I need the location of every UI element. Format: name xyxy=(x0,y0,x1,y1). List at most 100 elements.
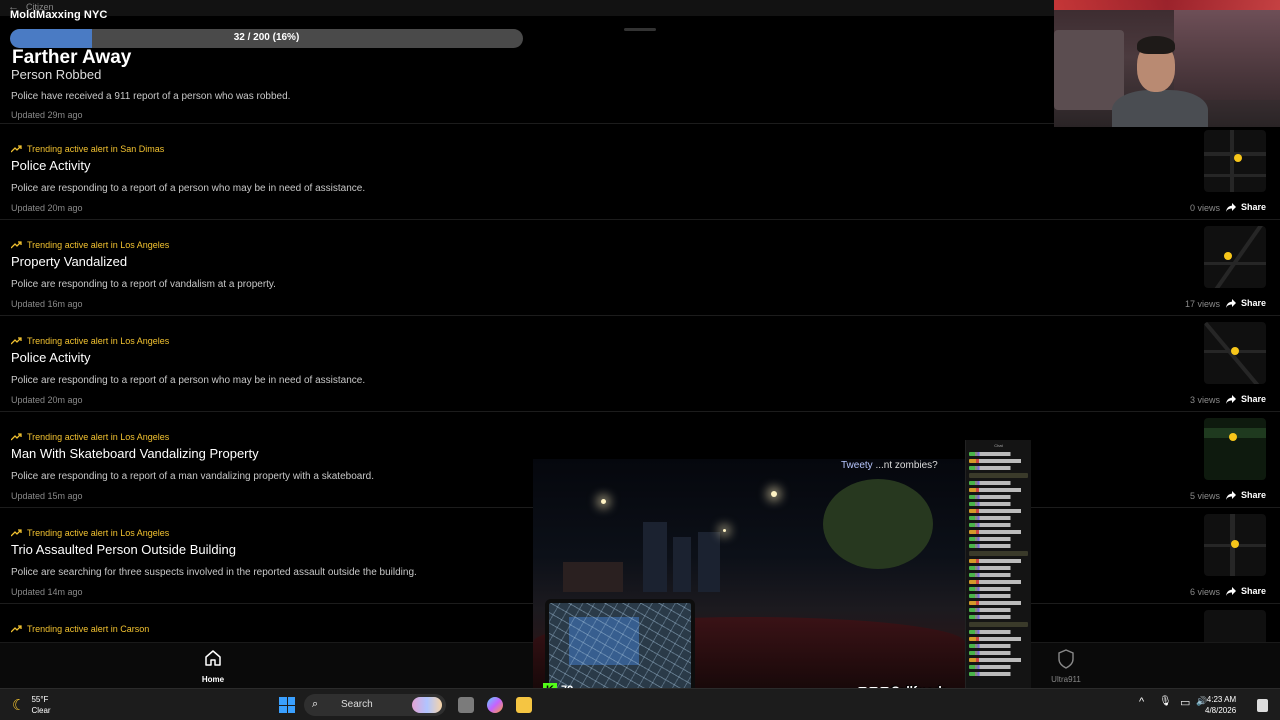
chat-overlay[interactable]: Chat xyxy=(965,440,1031,720)
share-button[interactable]: Share xyxy=(1225,586,1266,596)
alert-title[interactable]: Trio Assaulted Person Outside Building xyxy=(11,542,236,557)
windows-taskbar: ☾ 55°F Clear ⌕ Search ^ 🎙 ▭ 🔊 4:23 AM 4/… xyxy=(0,688,1280,720)
drag-handle[interactable] xyxy=(624,28,656,31)
weather-condition: Clear xyxy=(31,706,51,715)
trending-text: Trending active alert in Los Angeles xyxy=(27,336,170,346)
nav-ultra911-label: Ultra911 xyxy=(1051,675,1081,684)
alert-description: Police are responding to a report of a p… xyxy=(11,375,366,386)
microphone-icon[interactable]: 🎙 xyxy=(1159,696,1172,707)
alert-views: 5 views xyxy=(1189,491,1220,501)
map-location-dot xyxy=(1234,154,1242,162)
alert-map-thumbnail[interactable] xyxy=(1204,610,1266,642)
alert-views: 6 views xyxy=(1189,587,1220,597)
share-button[interactable]: Share xyxy=(1225,298,1266,308)
alert-views: 17 views xyxy=(1184,299,1220,309)
share-icon xyxy=(1225,202,1236,212)
alert-views: 0 views xyxy=(1189,203,1220,213)
goal-progress-bar: 32 / 200 (16%) xyxy=(10,29,523,48)
alert-updated: Updated 14m ago xyxy=(11,587,83,597)
nav-home-label: Home xyxy=(201,675,225,684)
share-button[interactable]: Share xyxy=(1225,202,1266,212)
trending-up-icon xyxy=(11,241,22,249)
app-top-bar: ← Citizen xyxy=(0,0,1054,16)
alert-description: Police are searching for three suspects … xyxy=(11,567,417,578)
alert-title[interactable]: Police Activity xyxy=(11,158,90,173)
alert-updated: Updated 20m ago xyxy=(11,395,83,405)
trending-text: Trending active alert in Carson xyxy=(27,624,150,634)
nav-ultra911-tab[interactable]: Ultra911 xyxy=(1048,649,1084,684)
share-label: Share xyxy=(1240,298,1266,308)
chevron-up-icon[interactable]: ^ xyxy=(1139,696,1144,708)
trending-label: Trending active alert in Los Angeles xyxy=(11,528,169,538)
share-label: Share xyxy=(1240,202,1266,212)
alert-updated: Updated 29m ago xyxy=(11,110,83,120)
share-button[interactable]: Share xyxy=(1225,490,1266,500)
caption-user: Tweety xyxy=(841,460,873,471)
shield-icon xyxy=(1058,649,1074,669)
alert-item[interactable]: Trending active alert in Los Angeles Pol… xyxy=(0,316,1280,412)
trending-up-icon xyxy=(11,529,22,537)
start-button[interactable] xyxy=(279,697,295,713)
trending-text: Trending active alert in San Dimas xyxy=(27,144,165,154)
taskbar-search[interactable]: ⌕ Search xyxy=(304,694,446,716)
trending-label: Trending active alert in Los Angeles xyxy=(11,240,169,250)
alert-description: Police are responding to a report of van… xyxy=(11,279,276,290)
alert-description: Police have received a 911 report of a p… xyxy=(11,91,291,102)
alert-title[interactable]: Police Activity xyxy=(11,350,90,365)
share-icon xyxy=(1225,490,1236,500)
map-location-dot xyxy=(1231,540,1239,548)
trending-up-icon xyxy=(11,145,22,153)
alert-title: Person Robbed xyxy=(11,67,102,82)
file-explorer-icon[interactable] xyxy=(516,697,532,713)
alert-item[interactable]: Trending active alert in San Dimas Polic… xyxy=(0,124,1280,220)
search-highlight-art xyxy=(412,697,442,713)
trending-label: Trending active alert in Los Angeles xyxy=(11,336,169,346)
map-location-dot xyxy=(1231,347,1239,355)
trending-text: Trending active alert in Los Angeles xyxy=(27,432,170,442)
alert-updated: Updated 20m ago xyxy=(11,203,83,213)
weather-widget[interactable]: ☾ 55°F Clear xyxy=(12,694,51,716)
alert-updated: Updated 15m ago xyxy=(11,491,83,501)
video-caption: Tweety ...nt zombies? xyxy=(841,460,938,471)
notification-icon[interactable] xyxy=(1257,699,1268,712)
alert-map-thumbnail[interactable] xyxy=(1204,322,1266,384)
chat-title: Chat xyxy=(994,443,1003,448)
alert-item[interactable]: Trending active alert in Los Angeles Pro… xyxy=(0,220,1280,316)
trending-text: Trending active alert in Los Angeles xyxy=(27,240,170,250)
moon-icon: ☾ xyxy=(12,697,26,714)
stream-title: MoldMaxxing NYC xyxy=(10,9,108,21)
trending-text: Trending active alert in Los Angeles xyxy=(27,528,170,538)
share-button[interactable]: Share xyxy=(1225,394,1266,404)
trending-label: Trending active alert in Carson xyxy=(11,624,149,634)
share-label: Share xyxy=(1240,586,1266,596)
share-icon xyxy=(1225,586,1236,596)
search-label: Search xyxy=(341,699,373,710)
trending-up-icon xyxy=(11,625,22,633)
picture-in-picture-video[interactable]: Tweety ...nt zombies? K 79 Cellfmade xyxy=(533,459,965,702)
share-icon xyxy=(1225,298,1236,308)
alert-title[interactable]: Property Vandalized xyxy=(11,254,127,269)
caption-text: ...nt zombies? xyxy=(875,460,938,471)
trending-label: Trending active alert in San Dimas xyxy=(11,144,164,154)
taskbar-clock[interactable]: 4:23 AM 4/8/2026 xyxy=(1205,694,1236,716)
weather-temp: 55°F xyxy=(31,695,49,704)
alert-map-thumbnail[interactable] xyxy=(1204,130,1266,192)
alert-map-thumbnail[interactable] xyxy=(1204,418,1266,480)
alert-map-thumbnail[interactable] xyxy=(1204,514,1266,576)
alert-title[interactable]: Man With Skateboard Vandalizing Property xyxy=(11,446,259,461)
alert-updated: Updated 16m ago xyxy=(11,299,83,309)
display-icon[interactable]: ▭ xyxy=(1180,696,1190,709)
webcam-overlay xyxy=(1054,0,1280,127)
home-icon xyxy=(205,650,221,666)
alert-description: Police are responding to a report of a m… xyxy=(11,471,374,482)
share-label: Share xyxy=(1240,490,1266,500)
copilot-icon[interactable] xyxy=(487,697,503,713)
alert-description: Police are responding to a report of a p… xyxy=(11,183,366,194)
trending-up-icon xyxy=(11,433,22,441)
trending-up-icon xyxy=(11,337,22,345)
search-icon: ⌕ xyxy=(312,698,319,710)
nav-home-tab[interactable]: Home xyxy=(200,649,226,684)
task-view-icon[interactable] xyxy=(458,697,474,713)
alert-map-thumbnail[interactable] xyxy=(1204,226,1266,288)
map-location-dot xyxy=(1224,252,1232,260)
